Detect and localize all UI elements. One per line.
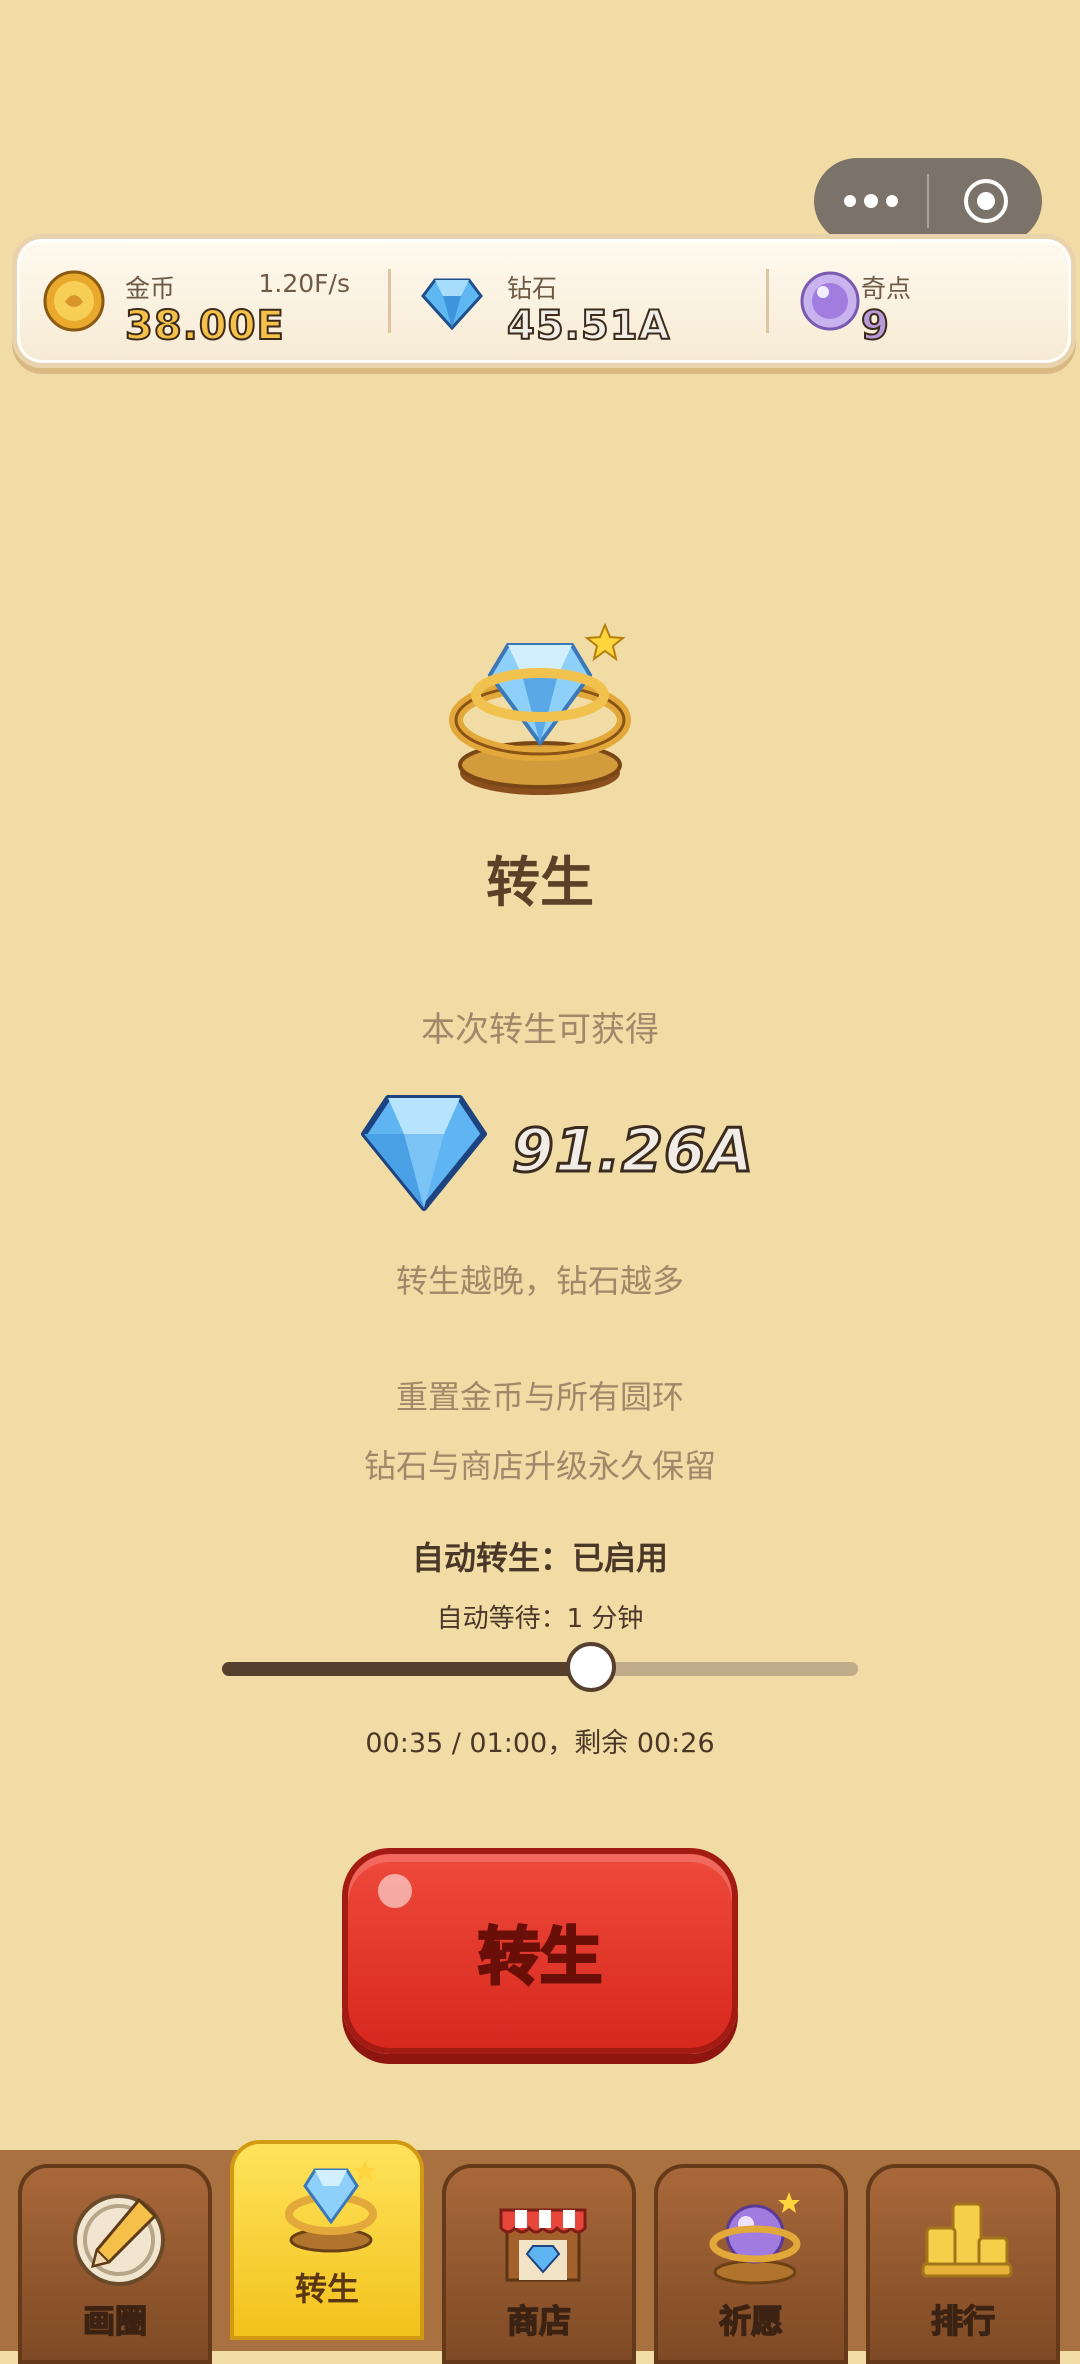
diamond-ring-icon bbox=[449, 622, 631, 795]
page-title: 转生 bbox=[486, 851, 594, 914]
reset-note: 重置金币与所有圆环 bbox=[395, 1378, 684, 1416]
reward-value: 91.26A bbox=[510, 1115, 755, 1188]
purple-orb-icon bbox=[800, 271, 860, 331]
coin-value: 38.00E bbox=[124, 302, 285, 350]
auto-wait-label: 自动等待：1 分钟 bbox=[436, 1604, 644, 1634]
diamond-resource: 钻石 45.51A bbox=[391, 251, 766, 351]
tab-rebirth[interactable]: 转生 bbox=[230, 2140, 424, 2340]
tab-draw-label: 画圈 bbox=[82, 2301, 148, 2341]
tab-rebirth-label: 转生 bbox=[294, 2270, 359, 2308]
shop-icon bbox=[499, 2208, 587, 2282]
button-shine bbox=[378, 1874, 412, 1908]
bottom-nav: 画圈 转生 商店 祈愿 排行 bbox=[0, 2140, 1080, 2364]
tab-draw[interactable]: 画圈 bbox=[18, 2164, 212, 2364]
more-dots-icon[interactable] bbox=[814, 158, 927, 244]
rebirth-button-label: 转生 bbox=[476, 1919, 603, 1995]
coin-label: 金币 bbox=[125, 274, 176, 303]
tab-ranking-label: 排行 bbox=[930, 2301, 996, 2341]
slider-knob[interactable] bbox=[565, 1642, 616, 1692]
diamond-icon bbox=[421, 278, 483, 331]
tab-wish-label: 祈愿 bbox=[718, 2301, 784, 2341]
diamond-icon bbox=[361, 1095, 487, 1211]
reward-display: 91.26A bbox=[360, 1088, 760, 1216]
singularity-label: 奇点 bbox=[861, 274, 912, 303]
tip-text: 转生越晚，钻石越多 bbox=[395, 1262, 684, 1300]
coin-icon bbox=[43, 270, 105, 332]
miniprogram-capsule bbox=[814, 158, 1042, 244]
tab-ranking[interactable]: 排行 bbox=[866, 2164, 1060, 2364]
coin-resource: 金币 1.20F/s 38.00E bbox=[17, 251, 388, 351]
slider-fill bbox=[222, 1662, 591, 1676]
podium-icon bbox=[921, 2202, 1013, 2278]
tab-shop-label: 商店 bbox=[506, 2301, 572, 2341]
target-close-icon[interactable] bbox=[929, 158, 1042, 244]
auto-wait-slider[interactable] bbox=[222, 1642, 858, 1692]
diamond-ring-icon bbox=[285, 2160, 377, 2253]
coin-rate: 1.20F/s bbox=[258, 269, 351, 298]
purple-orb-icon bbox=[709, 2192, 801, 2285]
diamond-value: 45.51A bbox=[506, 302, 671, 350]
auto-rebirth-status: 自动转生：已启用 bbox=[411, 1539, 668, 1577]
tab-shop[interactable]: 商店 bbox=[442, 2164, 636, 2364]
timer-text: 00:35 / 01:00，剩余 00:26 bbox=[365, 1728, 715, 1759]
tab-wish[interactable]: 祈愿 bbox=[654, 2164, 848, 2364]
singularity-value: 9 bbox=[860, 302, 890, 350]
keep-note: 钻石与商店升级永久保留 bbox=[363, 1447, 716, 1485]
diamond-label: 钻石 bbox=[507, 274, 558, 303]
singularity-resource: 奇点 9 bbox=[769, 251, 1071, 351]
pencil-icon bbox=[73, 2194, 165, 2286]
gain-label: 本次转生可获得 bbox=[421, 1010, 659, 1050]
resource-bar: 金币 1.20F/s 38.00E 钻石 45.51A 奇点 9 bbox=[12, 234, 1076, 368]
rebirth-button[interactable]: 转生 bbox=[342, 1848, 738, 2054]
